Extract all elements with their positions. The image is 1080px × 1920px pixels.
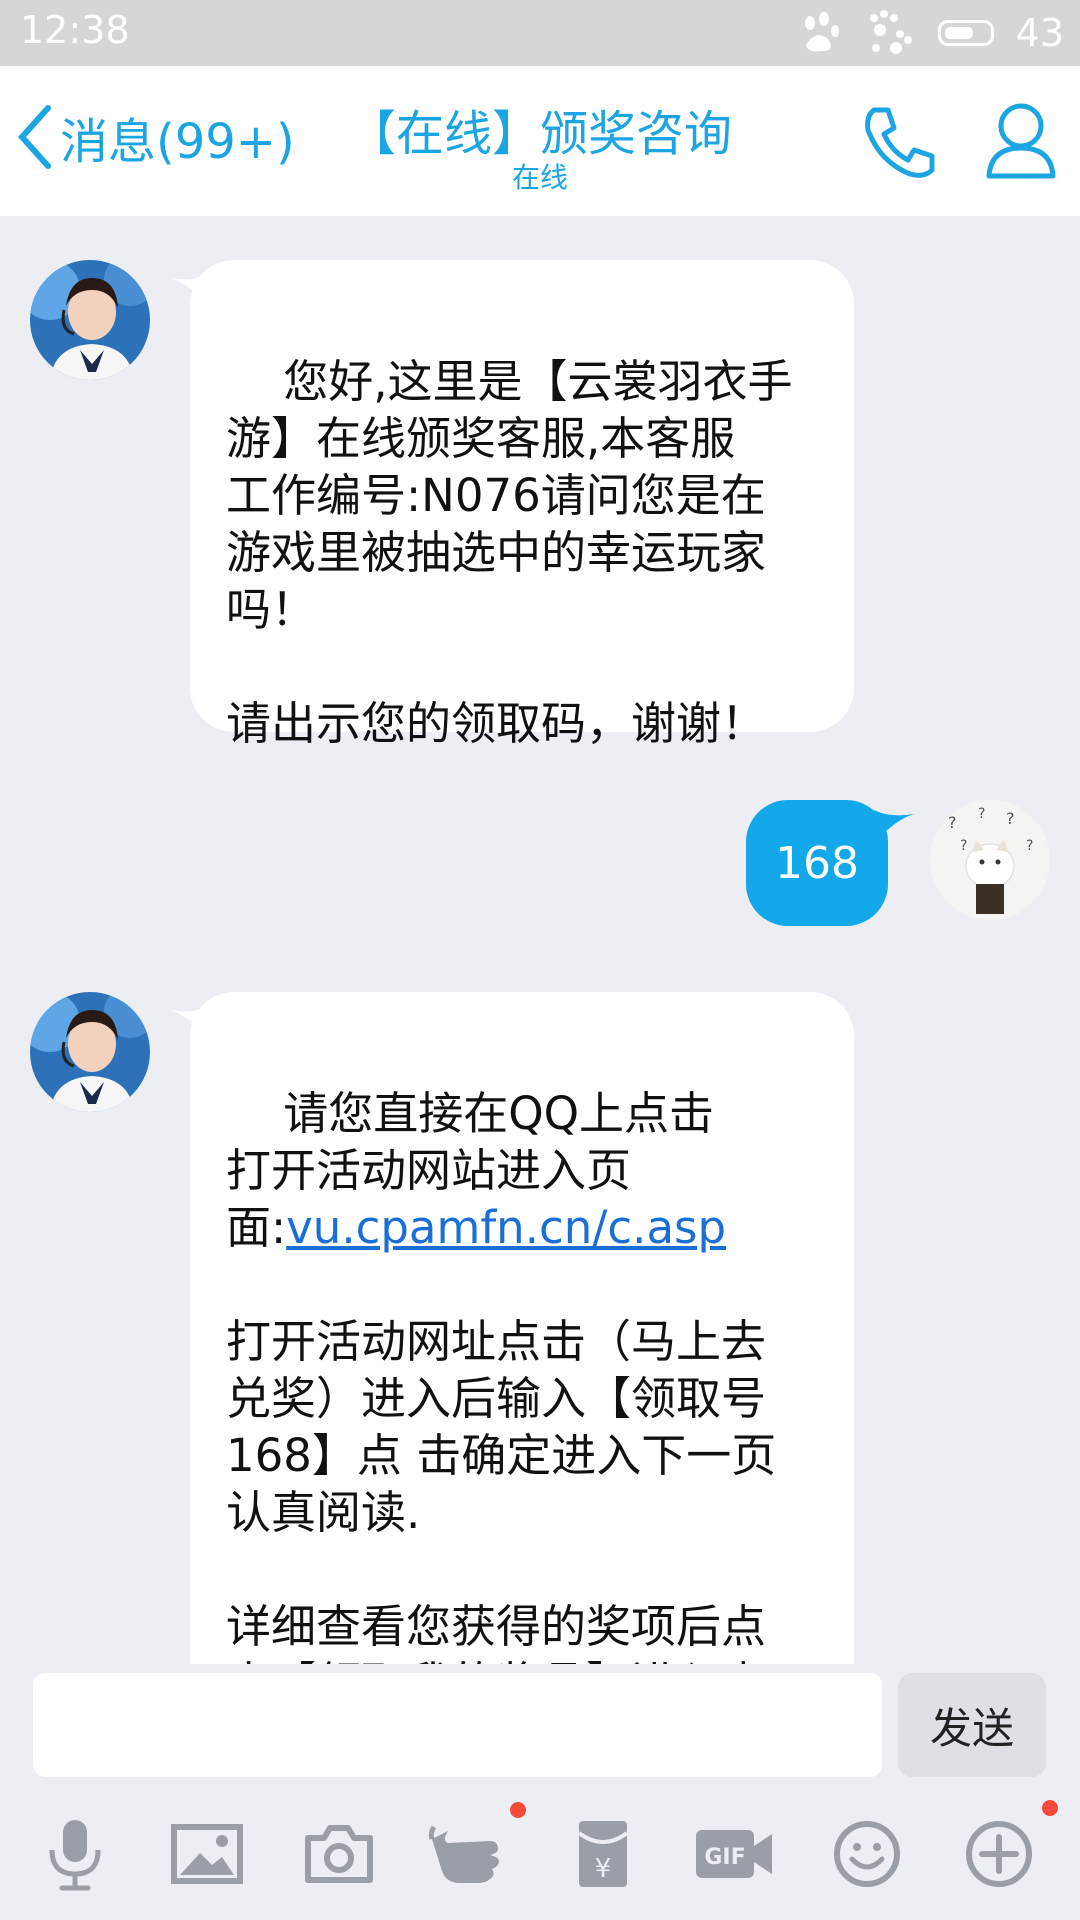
notification-badge xyxy=(1042,1800,1058,1816)
paw-icon xyxy=(804,12,839,52)
message-text: 您好,这里是【云裳羽衣手 游】在线颁奖客服,本客服 工作编号:N076请问您是在… xyxy=(226,355,793,750)
image-icon[interactable] xyxy=(162,1804,252,1904)
poke-icon[interactable] xyxy=(426,1804,516,1904)
emoji-icon[interactable] xyxy=(822,1804,912,1904)
bubble-tail xyxy=(874,810,914,844)
svg-text:?: ? xyxy=(1026,838,1033,854)
input-bar: 发送 ¥ GIF xyxy=(0,1664,1080,1920)
message-input[interactable] xyxy=(33,1673,882,1777)
svg-text:?: ? xyxy=(948,813,957,832)
svg-text:?: ? xyxy=(1006,809,1015,828)
chat-header: 消息(99+) 【在线】颁奖咨询 在线 xyxy=(0,66,1080,216)
status-icons: 43 xyxy=(798,8,1064,58)
incoming-message-bubble[interactable]: 您好,这里是【云裳羽衣手 游】在线颁奖客服,本客服 工作编号:N076请问您是在… xyxy=(190,260,854,750)
contact-profile-icon[interactable] xyxy=(985,100,1057,180)
input-toolbar: ¥ GIF xyxy=(0,1800,1080,1914)
message-list[interactable]: 您好,这里是【云裳羽衣手 游】在线颁奖客服,本客服 工作编号:N076请问您是在… xyxy=(0,216,1080,1664)
status-time: 12:38 xyxy=(20,8,130,52)
agent-avatar[interactable] xyxy=(30,992,150,1112)
cat-avatar-image: ? ? ? ? ? xyxy=(930,800,1050,920)
user-avatar[interactable]: ? ? ? ? ? xyxy=(930,800,1050,920)
svg-text:¥: ¥ xyxy=(595,1854,612,1884)
message-text: 打开活动网址点击（马上去 兑奖）进入后输入【领取号 168】点 击确定进入下一页… xyxy=(226,1315,777,1664)
red-packet-icon[interactable]: ¥ xyxy=(558,1804,648,1904)
outgoing-message-bubble[interactable]: 168 xyxy=(746,800,888,926)
battery-icon xyxy=(937,20,994,46)
notification-badge xyxy=(510,1802,526,1818)
status-bar: 12:38 43 xyxy=(0,0,1080,66)
agent-avatar-image xyxy=(30,992,150,1112)
send-button[interactable]: 发送 xyxy=(898,1673,1046,1777)
message-link[interactable]: vu.cpamfn.cn/c.asp xyxy=(286,1201,726,1254)
gif-icon[interactable]: GIF xyxy=(690,1804,780,1904)
message-text: 168 xyxy=(775,837,859,889)
phone-icon[interactable] xyxy=(860,102,940,182)
paws-icon xyxy=(869,10,912,54)
battery-level: 43 xyxy=(1015,11,1064,55)
incoming-message-bubble[interactable]: 请您直接在QQ上点击 打开活动网站进入页 面:vu.cpamfn.cn/c.as… xyxy=(190,992,854,1664)
svg-text:?: ? xyxy=(960,838,967,854)
svg-text:GIF: GIF xyxy=(704,1845,745,1870)
agent-avatar-image xyxy=(30,260,150,380)
microphone-icon[interactable] xyxy=(30,1804,120,1904)
agent-avatar[interactable] xyxy=(30,260,150,380)
svg-text:?: ? xyxy=(978,806,985,822)
plus-icon[interactable] xyxy=(954,1804,1044,1904)
camera-icon[interactable] xyxy=(294,1804,384,1904)
